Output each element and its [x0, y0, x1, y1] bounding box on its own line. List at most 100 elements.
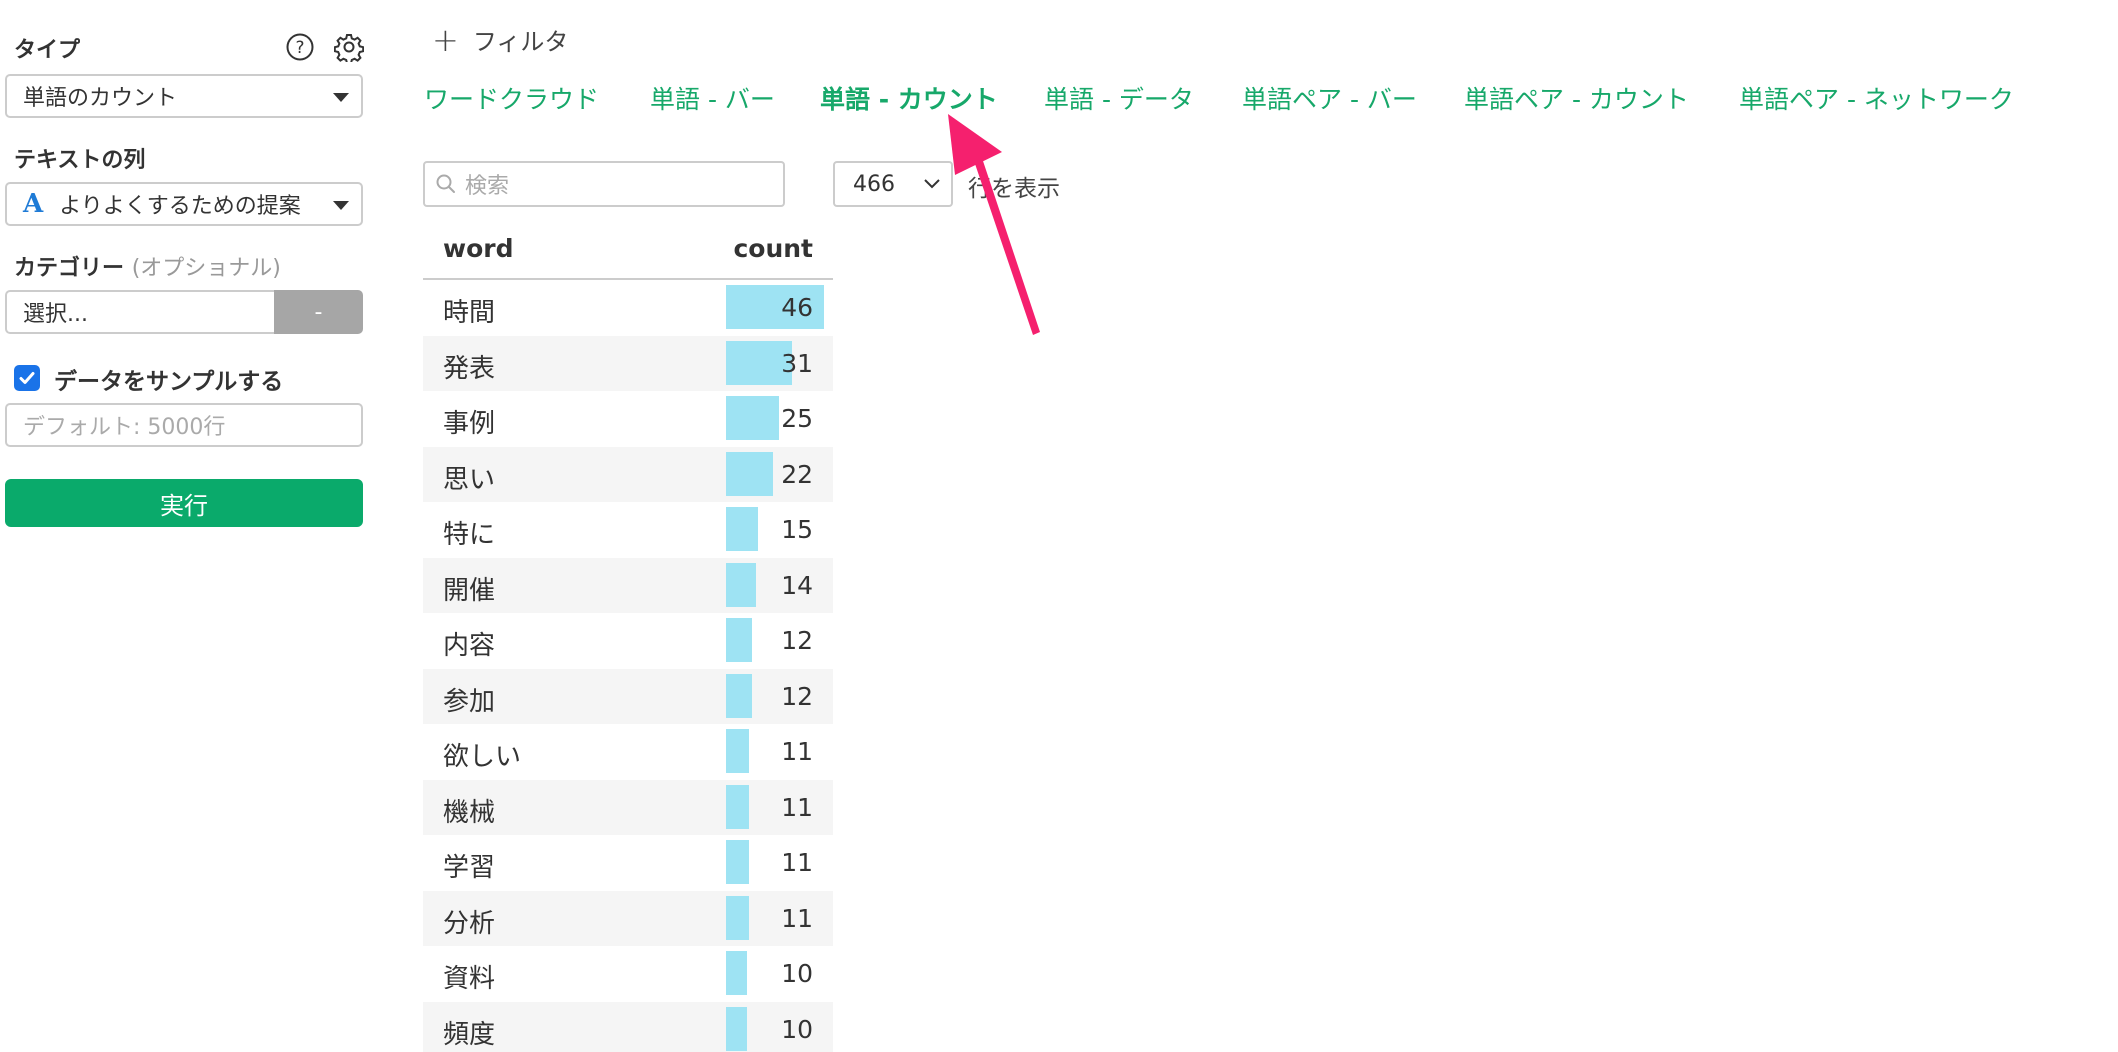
table-row: 特に 15 — [423, 502, 833, 558]
word-cell: 特に — [443, 520, 496, 550]
header-count[interactable]: count — [733, 234, 813, 263]
gear-icon[interactable] — [333, 31, 365, 63]
sample-checkbox[interactable] — [14, 365, 40, 391]
search-placeholder: 検索 — [465, 174, 510, 199]
tab-wordcloud[interactable]: ワードクラウド — [424, 80, 599, 116]
checkmark-icon — [19, 372, 35, 384]
header-word[interactable]: word — [443, 234, 514, 263]
table-row: 参加 12 — [423, 668, 833, 724]
type-select-value: 単語のカウント — [23, 86, 178, 111]
category-row: 選択... - — [5, 290, 363, 334]
plus-icon: + — [432, 20, 459, 59]
tab-word-count[interactable]: 単語 - カウント — [820, 80, 998, 116]
chevron-down-icon — [924, 179, 940, 189]
word-cell: 事例 — [443, 409, 496, 439]
run-button[interactable]: 実行 — [5, 479, 363, 527]
count-cell: 31 — [781, 348, 813, 378]
tab-wordpair-count[interactable]: 単語ペア - カウント — [1464, 80, 1689, 116]
table-body: 時間 46 発表 31 事例 25 思い 22 特に 15 開催 14 内容 12 参加 12 欲しい 11 機械 1… — [423, 280, 833, 1052]
table-row: 資料 10 — [423, 946, 833, 1002]
word-cell: 参加 — [443, 686, 496, 717]
count-bar — [726, 396, 780, 440]
table-row: 学習 11 — [423, 835, 833, 891]
sample-size-input[interactable]: デフォルト: 5000行 — [5, 403, 363, 447]
table-row: 時間 46 — [423, 280, 833, 336]
search-input[interactable]: 検索 — [423, 161, 785, 207]
word-cell: 発表 — [443, 353, 496, 384]
table-header: word count — [423, 228, 833, 280]
count-cell: 12 — [781, 681, 813, 711]
text-column-value: よりよくするための提案 — [59, 194, 301, 219]
category-placeholder: 選択... — [23, 302, 88, 327]
rows-select[interactable]: 466 — [833, 161, 953, 207]
text-column-select[interactable]: A よりよくするための提案 — [5, 182, 363, 226]
count-cell: 11 — [781, 848, 813, 877]
text-type-icon: A — [23, 189, 44, 219]
caret-down-icon — [333, 201, 349, 210]
rows-select-value: 466 — [853, 171, 895, 197]
word-cell: 思い — [443, 464, 496, 495]
help-icon[interactable]: ? — [284, 31, 316, 63]
count-cell: 12 — [781, 626, 813, 655]
count-bar — [726, 1006, 748, 1051]
category-optional-text: (オプショナル) — [131, 256, 281, 281]
count-bar — [726, 673, 752, 718]
word-cell: 機械 — [443, 797, 496, 828]
category-clear-button[interactable]: - — [274, 290, 363, 334]
word-cell: 欲しい — [443, 742, 522, 772]
count-bar — [726, 618, 752, 662]
table-row: 開催 14 — [423, 557, 833, 613]
tab-word-bar[interactable]: 単語 - バー — [650, 80, 775, 116]
count-cell: 11 — [781, 737, 813, 766]
table-row: 欲しい 11 — [423, 724, 833, 780]
count-cell: 11 — [781, 792, 813, 822]
word-count-table: word count 時間 46 発表 31 事例 25 思い 22 特に 15 開催 14 内容 12 参… — [423, 228, 833, 1052]
word-cell: 学習 — [443, 853, 496, 883]
category-label: カテゴリー (オプショナル) — [14, 250, 281, 282]
count-cell: 10 — [781, 959, 813, 988]
count-cell: 15 — [781, 515, 813, 544]
table-row: 頻度 10 — [423, 1001, 833, 1052]
category-select[interactable]: 選択... — [5, 290, 274, 334]
count-bar — [726, 507, 758, 551]
word-cell: 開催 — [443, 575, 496, 606]
tab-wordpair-bar[interactable]: 単語ペア - バー — [1242, 80, 1417, 116]
word-cell: 頻度 — [443, 1019, 496, 1050]
rows-label: 行を表示 — [968, 176, 1060, 202]
search-icon — [436, 174, 455, 193]
count-bar — [726, 729, 750, 773]
count-cell: 25 — [781, 404, 813, 433]
tab-word-data[interactable]: 単語 - データ — [1044, 80, 1194, 116]
type-label: タイプ — [14, 38, 81, 63]
caret-down-icon — [333, 93, 349, 102]
count-bar — [726, 895, 750, 940]
type-select[interactable]: 単語のカウント — [5, 74, 363, 118]
count-cell: 22 — [781, 459, 813, 489]
count-cell: 14 — [781, 570, 813, 600]
text-column-label: テキストの列 — [14, 148, 146, 173]
word-cell: 資料 — [443, 964, 496, 994]
count-bar — [726, 840, 750, 884]
count-bar — [726, 784, 750, 829]
sidebar: タイプ ? 単語のカウント テキストの列 A よりよくするための提案 カテゴリー… — [0, 0, 370, 1052]
word-cell: 分析 — [443, 908, 496, 939]
filter-label: フィルタ — [472, 28, 569, 56]
word-cell: 時間 — [443, 298, 496, 328]
table-row: 機械 11 — [423, 779, 833, 835]
tab-wordpair-network[interactable]: 単語ペア - ネットワーク — [1739, 80, 2014, 116]
count-cell: 46 — [781, 293, 813, 322]
count-bar — [726, 951, 748, 995]
count-bar — [726, 451, 773, 496]
word-cell: 内容 — [443, 631, 496, 661]
add-filter-button[interactable]: + フィルタ — [432, 22, 568, 57]
table-row: 内容 12 — [423, 613, 833, 669]
count-cell: 10 — [781, 1014, 813, 1044]
table-row: 発表 31 — [423, 335, 833, 391]
svg-text:?: ? — [295, 38, 304, 58]
sample-size-placeholder: デフォルト: 5000行 — [23, 415, 226, 440]
table-row: 分析 11 — [423, 890, 833, 946]
table-row: 事例 25 — [423, 391, 833, 447]
count-cell: 11 — [781, 903, 813, 933]
count-bar — [726, 562, 756, 607]
category-label-text: カテゴリー — [14, 256, 125, 281]
